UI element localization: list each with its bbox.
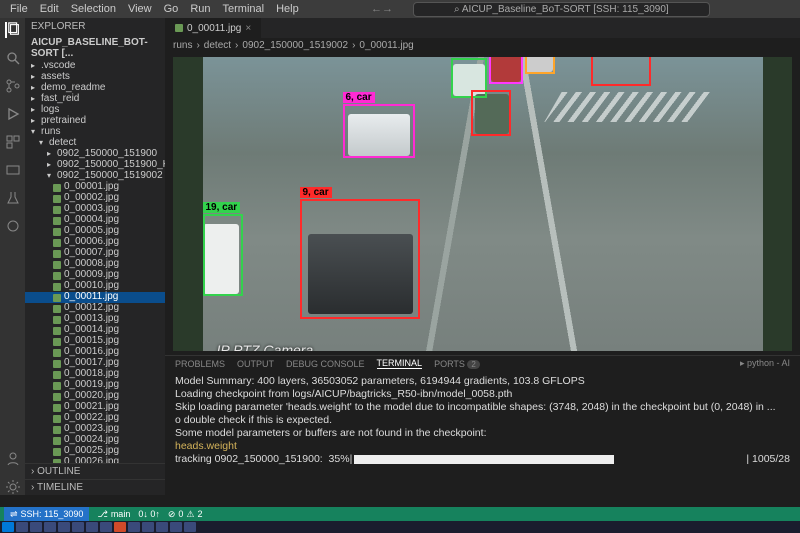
nav-forward-icon[interactable]: → (382, 3, 393, 15)
timeline-section[interactable]: › TIMELINE (25, 479, 165, 495)
image-preview: 2022-09-02 1... IP PTZ Camera 9, car6, c… (173, 57, 792, 351)
detection-label: 6, car (343, 92, 375, 103)
detection-label: 19, car (203, 202, 241, 213)
project-header[interactable]: AICUP_BASELINE_BOT-SORT [... (25, 35, 165, 61)
explorer-sidebar: EXPLORER AICUP_BASELINE_BOT-SORT [... .v… (25, 18, 165, 495)
menu-edit[interactable]: Edit (34, 3, 65, 15)
debug-icon[interactable] (5, 106, 21, 122)
image-file-icon (175, 24, 183, 32)
menu-terminal[interactable]: Terminal (217, 3, 271, 15)
branch-indicator[interactable]: ⎇ main (97, 509, 130, 520)
misc-icon[interactable] (5, 218, 21, 234)
detection-image: 2022-09-02 1... IP PTZ Camera 9, car6, c… (203, 57, 763, 351)
file-tree: .vscodeassetsdemo_readmefast_reidlogspre… (25, 61, 165, 463)
tab-debug[interactable]: DEBUG CONSOLE (286, 359, 365, 369)
tab-label: 0_00011.jpg (187, 23, 241, 34)
taskbar-item[interactable] (2, 522, 14, 532)
taskbar-item[interactable] (128, 522, 140, 532)
remote-indicator[interactable]: ⇌ SSH: 115_3090 (4, 507, 89, 521)
outline-section[interactable]: › OUTLINE (25, 463, 165, 479)
windows-taskbar (0, 521, 800, 533)
menu-file[interactable]: File (4, 3, 34, 15)
terminal-output[interactable]: Model Summary: 400 layers, 36503052 para… (165, 371, 800, 495)
menu-help[interactable]: Help (270, 3, 305, 15)
detection-box (591, 57, 651, 86)
activity-bar (0, 18, 25, 495)
taskbar-item[interactable] (44, 522, 56, 532)
taskbar-item[interactable] (156, 522, 168, 532)
tab-terminal[interactable]: TERMINAL (377, 358, 423, 369)
tab-problems[interactable]: PROBLEMS (175, 359, 225, 369)
sync-indicator[interactable]: 0↓ 0↑ (138, 509, 160, 519)
menu-go[interactable]: Go (158, 3, 185, 15)
editor-tabs: 0_00011.jpg × (165, 18, 800, 38)
errors-indicator[interactable]: ⊘ 0 ⚠ 2 (168, 509, 203, 520)
tab-ports[interactable]: PORTS 2 (434, 359, 480, 369)
taskbar-item[interactable] (114, 522, 126, 532)
editor-area: 0_00011.jpg × runs›detect›0902_150000_15… (165, 18, 800, 495)
detection-box: 9, car (300, 199, 420, 319)
breadcrumb[interactable]: runs›detect›0902_150000_1519002›0_00011.… (165, 38, 800, 53)
detection-box: 18, car (525, 57, 555, 74)
terminal-kernel[interactable]: ▸ python - AI (740, 358, 790, 369)
menu-run[interactable]: Run (184, 3, 216, 15)
camera-label: IP PTZ Camera (217, 342, 314, 351)
command-search[interactable]: ⌕ AICUP_Baseline_BoT-SORT [SSH: 115_3090… (413, 2, 710, 17)
search-icon[interactable] (5, 50, 21, 66)
detection-box: 6, car (343, 104, 415, 158)
tab-output[interactable]: OUTPUT (237, 359, 274, 369)
taskbar-item[interactable] (30, 522, 42, 532)
taskbar-item[interactable] (170, 522, 182, 532)
taskbar-item[interactable] (100, 522, 112, 532)
extensions-icon[interactable] (5, 134, 21, 150)
nav-back-icon[interactable]: ← (371, 3, 382, 15)
gear-icon[interactable] (5, 479, 21, 495)
taskbar-item[interactable] (86, 522, 98, 532)
crosswalk (544, 92, 711, 122)
menu-bar: File Edit Selection View Go Run Terminal… (0, 0, 800, 18)
beaker-icon[interactable] (5, 190, 21, 206)
folder-item[interactable]: runs (25, 127, 165, 138)
search-icon: ⌕ (454, 4, 460, 15)
detection-label: 9, car (300, 187, 332, 198)
taskbar-item[interactable] (142, 522, 154, 532)
taskbar-item[interactable] (58, 522, 70, 532)
detection-box (471, 90, 511, 136)
explorer-title: EXPLORER (25, 18, 165, 35)
remote-icon[interactable] (5, 162, 21, 178)
bottom-panel: PROBLEMS OUTPUT DEBUG CONSOLE TERMINAL P… (165, 355, 800, 495)
taskbar-item[interactable] (16, 522, 28, 532)
account-icon[interactable] (5, 451, 21, 467)
menu-view[interactable]: View (122, 3, 158, 15)
close-icon[interactable]: × (245, 23, 251, 34)
tab-active[interactable]: 0_00011.jpg × (165, 18, 262, 38)
taskbar-item[interactable] (184, 522, 196, 532)
menu-selection[interactable]: Selection (65, 3, 122, 15)
status-bar: ⇌ SSH: 115_3090 ⎇ main 0↓ 0↑ ⊘ 0 ⚠ 2 (0, 507, 800, 521)
files-icon[interactable] (5, 22, 21, 38)
detection-box: 19, car (203, 214, 243, 296)
scm-icon[interactable] (5, 78, 21, 94)
panel-tabs: PROBLEMS OUTPUT DEBUG CONSOLE TERMINAL P… (165, 356, 800, 371)
taskbar-item[interactable] (72, 522, 84, 532)
detection-box: 20, car (489, 57, 523, 84)
